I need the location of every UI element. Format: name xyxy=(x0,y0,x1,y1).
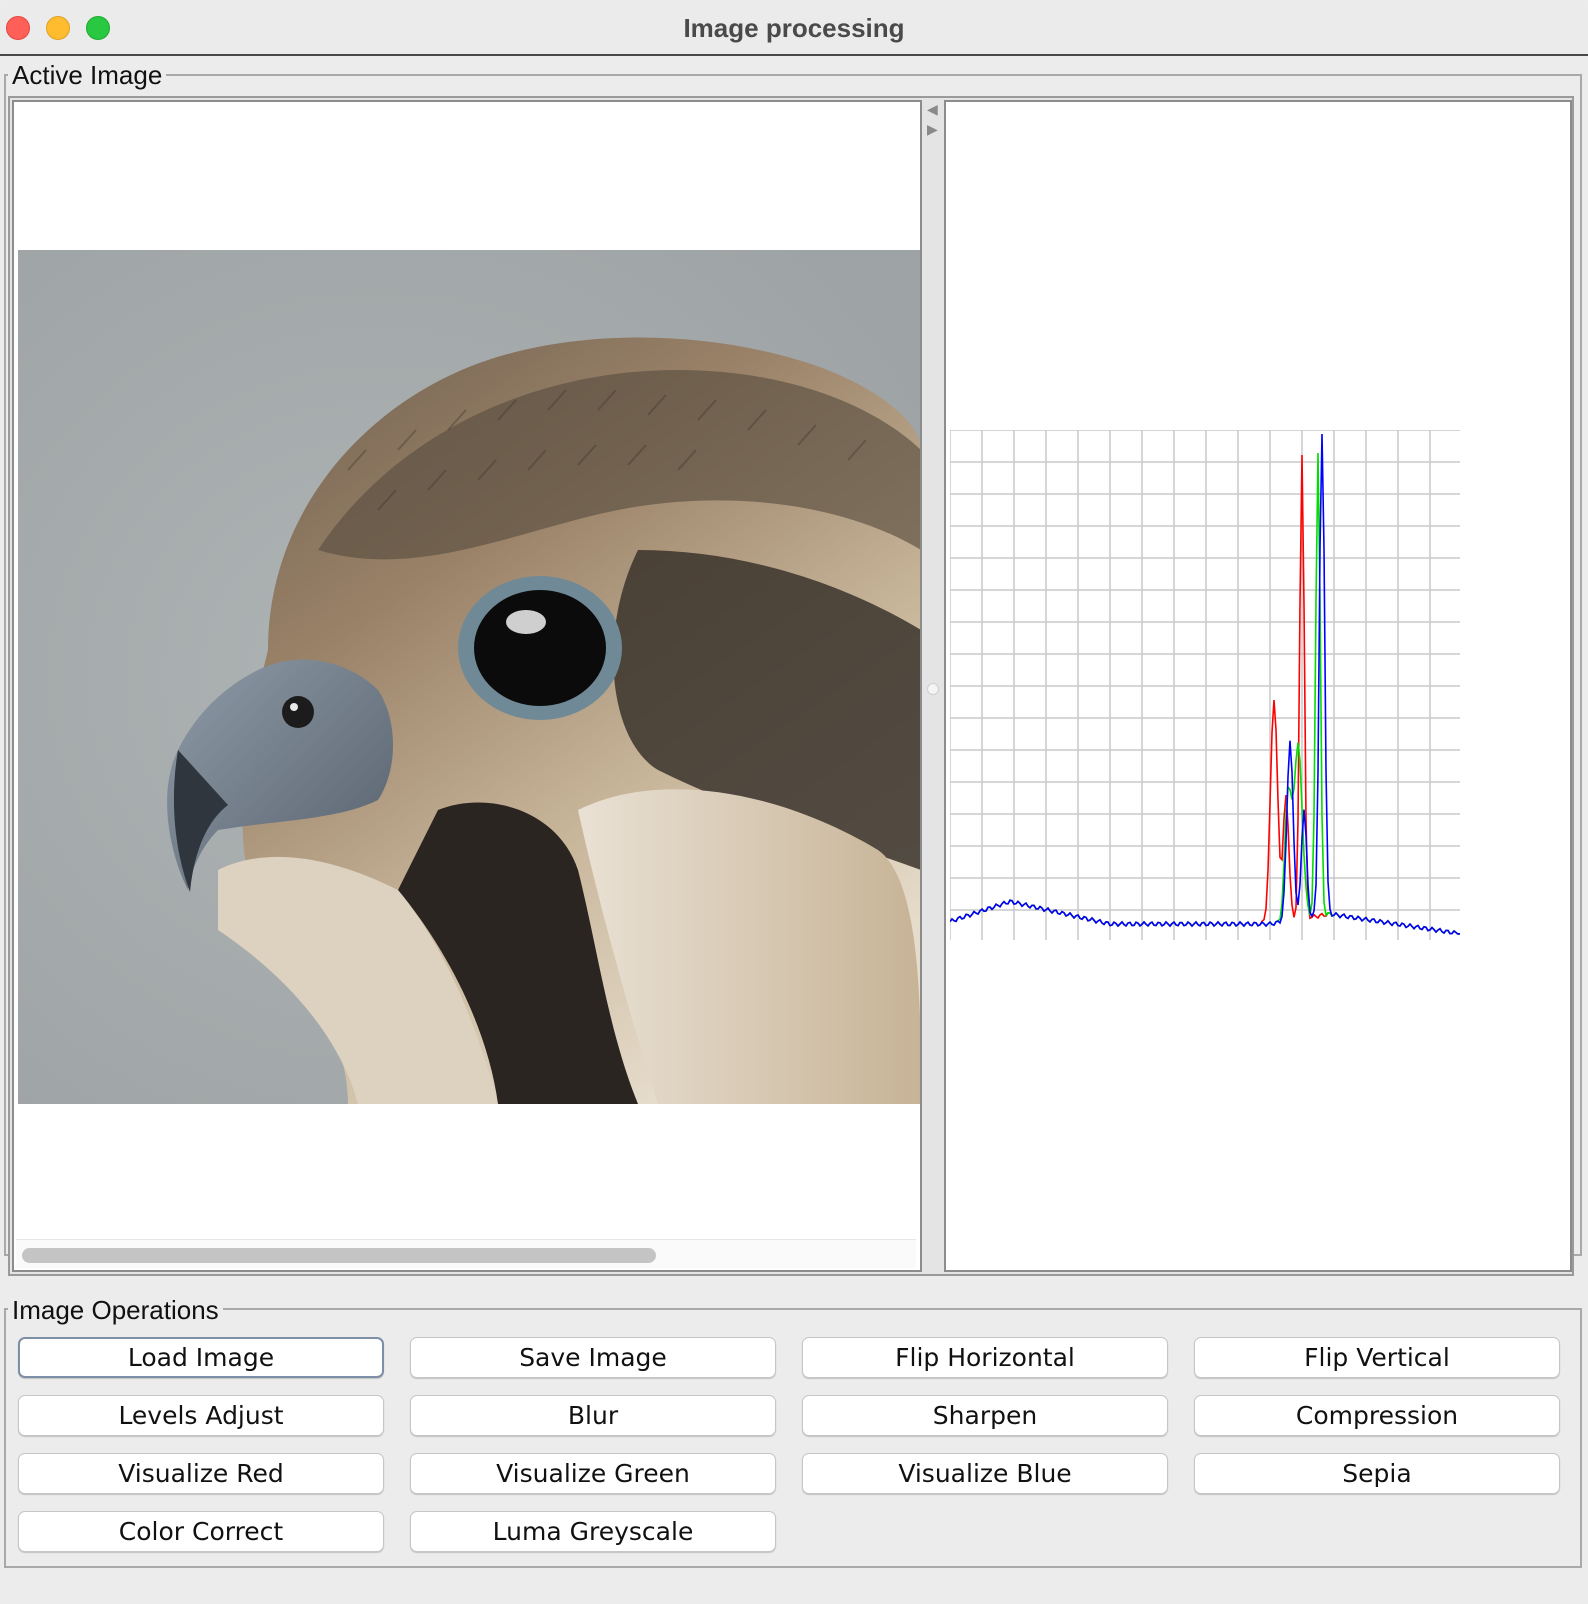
visualize-blue-button[interactable]: Visualize Blue xyxy=(802,1453,1168,1494)
histogram-green-series xyxy=(950,452,1460,935)
levels-adjust-button[interactable]: Levels Adjust xyxy=(18,1395,384,1436)
app-window: Image processing Active Image ◀ ▶ Image … xyxy=(0,0,1588,1604)
falcon-photo xyxy=(18,250,920,1104)
window-bottom-edge xyxy=(0,1576,1588,1604)
visualize-red-button[interactable]: Visualize Red xyxy=(18,1453,384,1494)
active-image-group-label: Active Image xyxy=(8,60,167,90)
histogram-blue-series xyxy=(950,433,1460,935)
histogram-pane xyxy=(944,100,1572,1272)
image-split-pane: ◀ ▶ xyxy=(8,96,1574,1276)
operations-button-grid: Load Image Save Image Flip Horizontal Flip … xyxy=(18,1337,1562,1577)
luma-greyscale-button[interactable]: Luma Greyscale xyxy=(410,1511,776,1552)
divider-grip-icon[interactable] xyxy=(927,683,939,695)
collapse-left-arrow-icon[interactable]: ◀ xyxy=(927,102,938,116)
horizontal-scrollbar-thumb[interactable] xyxy=(22,1248,656,1263)
histogram-grid xyxy=(950,430,1460,940)
collapse-right-arrow-icon[interactable]: ▶ xyxy=(927,122,938,136)
active-image xyxy=(18,250,920,1104)
sharpen-button[interactable]: Sharpen xyxy=(802,1395,1168,1436)
window-title: Image processing xyxy=(683,13,905,43)
color-correct-button[interactable]: Color Correct xyxy=(18,1511,384,1552)
save-image-button[interactable]: Save Image xyxy=(410,1337,776,1378)
compression-button[interactable]: Compression xyxy=(1194,1395,1560,1436)
visualize-green-button[interactable]: Visualize Green xyxy=(410,1453,776,1494)
blur-button[interactable]: Blur xyxy=(410,1395,776,1436)
horizontal-scrollbar[interactable] xyxy=(16,1239,916,1268)
title-bar: Image processing xyxy=(0,0,1588,56)
flip-horizontal-button[interactable]: Flip Horizontal xyxy=(802,1337,1168,1378)
sepia-button[interactable]: Sepia xyxy=(1194,1453,1560,1494)
split-pane-divider[interactable]: ◀ ▶ xyxy=(922,98,944,1274)
load-image-button[interactable]: Load Image xyxy=(18,1337,384,1378)
histogram-red-series xyxy=(950,454,1460,935)
rgb-histogram xyxy=(950,430,1460,940)
flip-vertical-button[interactable]: Flip Vertical xyxy=(1194,1337,1560,1378)
image-scroll-pane[interactable] xyxy=(12,100,922,1272)
image-operations-group-label: Image Operations xyxy=(8,1295,223,1325)
